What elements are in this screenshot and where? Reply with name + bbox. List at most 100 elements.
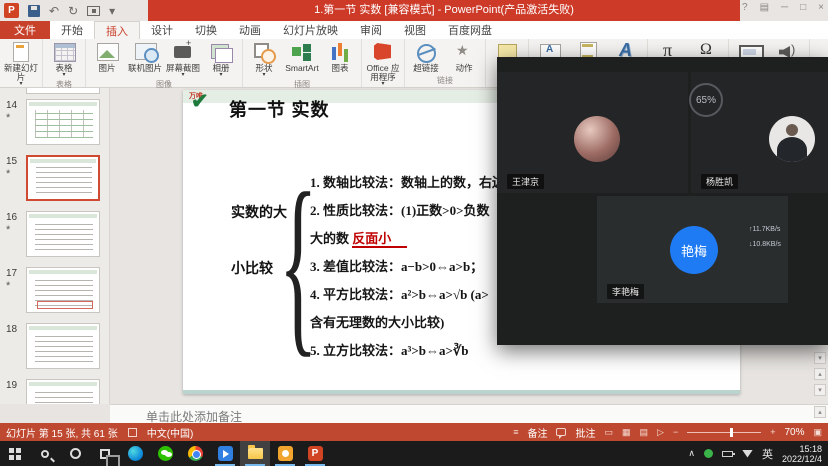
thumbnail-content-lines [35,222,93,250]
help-button[interactable]: ? [742,2,748,13]
ribbon-button-new-slide[interactable]: 新建幻灯片▾ [3,40,39,87]
tab-insert[interactable]: 插入 [94,21,140,39]
thumbnail-preview [26,155,100,201]
participant-avatar-3: 艳梅 [670,226,718,274]
slide-thumbnail-18[interactable]: 18 [0,320,109,376]
ribbon-button-office-apps[interactable]: Office 应用程序▾ [365,40,401,87]
ribbon-button-action[interactable]: 动作 [446,40,482,73]
tray-green-app-icon[interactable] [704,449,713,458]
zoom-out-button[interactable]: − [673,427,678,437]
participant-tile-3[interactable]: 艳梅 李艳梅 ↑11.7KB/s ↓10.8KB/s [597,196,788,303]
ribbon-group-tables: 表格▾表格 [43,39,86,87]
scrollbar-down-button[interactable]: ▾ [814,352,826,364]
notes-pane[interactable]: 单击此处添加备注 [110,404,828,423]
slide-sorter-view-button[interactable]: ▦ [622,427,631,438]
redo-icon[interactable]: ↻ [68,5,78,17]
slide-thumbnail-15[interactable]: 15* [0,152,109,208]
slide-thumbnail-14[interactable]: 14* [0,96,109,152]
tab-animations[interactable]: 动画 [228,21,272,39]
tab-design[interactable]: 设计 [140,21,184,39]
input-language-indicator[interactable]: 英 [762,446,773,462]
accessibility-icon[interactable] [128,428,137,437]
zoom-level[interactable]: 70% [784,427,804,438]
taskbar-chrome-button[interactable] [180,441,210,466]
minimize-button[interactable]: ─ [781,2,788,13]
slideshow-view-button[interactable]: ▷ [657,427,664,438]
taskbar-search-button[interactable] [30,441,60,466]
tab-transitions[interactable]: 切换 [184,21,228,39]
participant-avatar-1 [574,116,620,162]
tab-review[interactable]: 审阅 [349,21,393,39]
slide-thumbnail-17[interactable]: 17* [0,264,109,320]
notes-scroll-up-button[interactable]: ▴ [814,406,826,418]
tab-view[interactable]: 视图 [393,21,437,39]
tab-baidu[interactable]: 百度网盘 [437,21,503,39]
tab-home[interactable]: 开始 [50,21,94,39]
tray-expand-icon[interactable]: ∧ [688,448,695,459]
previous-slide-button[interactable]: ▴ [814,368,826,380]
taskbar-explorer-button[interactable] [240,441,270,466]
participant-tile-1[interactable]: 王津京 [497,72,688,193]
ribbon-button-table[interactable]: 表格▾ [46,40,82,78]
thumbnail-preview [26,323,100,369]
ribbon-button-photo-album[interactable]: 相册▾ [203,40,239,78]
taskbar-edge-button[interactable] [120,441,150,466]
taskbar-clock[interactable]: 15:18 2022/12/4 [782,444,822,464]
wanwei-logo: 万唯 ✔ [187,91,227,121]
ribbon-button-online-pictures[interactable]: 联机图片 [127,40,163,73]
zoom-slider-thumb[interactable] [730,428,733,437]
slide-thumbnail-panel: 14*15*16*17*1819 [0,88,110,404]
ribbon-button-screenshot[interactable]: 屏幕截图▾ [165,40,201,78]
zoom-in-button[interactable]: + [770,427,775,437]
comments-toggle-button[interactable]: 批注 [575,425,595,440]
language-indicator[interactable]: 中文(中国) [147,425,194,440]
start-slideshow-icon[interactable] [87,6,100,16]
ribbon-button-shapes[interactable]: 形状▾ [246,40,282,78]
wifi-icon[interactable] [742,450,753,458]
slide-thumbnail-19[interactable]: 19 [0,376,109,404]
slide-content-line: 3. 差值比较法：a−b>0⇔a>b； [310,256,483,275]
notes-toggle-button[interactable]: 备注 [527,425,547,440]
normal-view-button[interactable]: ▭ [604,427,613,438]
online-icon [133,41,157,63]
ribbon-group-apps: Office 应用程序▾应用程序 [362,39,405,87]
taskbar-powerpoint-button[interactable] [300,441,330,466]
slide-content-line: 1. 数轴比较法：数轴上的数，右边 [310,172,505,191]
zoom-slider[interactable] [687,432,761,433]
tab-slideshow[interactable]: 幻灯片放映 [272,21,349,39]
slide-thumbnail-partial[interactable] [0,88,109,96]
close-button[interactable]: × [818,2,824,13]
taskbar-taskview-button[interactable] [90,441,120,466]
qat-customize-caret-icon[interactable]: ▾ [109,5,115,17]
save-icon[interactable] [28,5,40,17]
thumbnail-preview [26,267,100,313]
powerpoint-app-icon[interactable]: P [4,3,19,18]
next-slide-button[interactable]: ▾ [814,384,826,396]
battery-icon[interactable] [722,451,733,457]
ribbon-options-button[interactable]: ▤ [760,2,769,13]
ribbon-button-label: 图表 [331,64,348,73]
tab-file[interactable]: 文件 [0,21,50,39]
ribbon-button-label: 新建幻灯片 [3,64,39,82]
reading-view-button[interactable]: ▤ [640,427,649,438]
thumbnail-number: 17 [6,268,22,279]
ribbon-button-picture[interactable]: 图片 [89,40,125,73]
taskview-icon [100,449,110,459]
taskbar-course-button[interactable] [270,441,300,466]
taskbar-wechat-button[interactable] [150,441,180,466]
taskbar-meeting-button[interactable] [210,441,240,466]
thumbnail-number: 15 [6,156,22,167]
notes-toggle-icon: ≡ [513,427,518,437]
meeting-overlay-window[interactable]: 王津京 杨胜凯 艳梅 李艳梅 ↑11.7KB/s ↓10.8KB/s 65% [497,57,828,345]
ribbon-button-hyperlink[interactable]: 超链接 [408,40,444,73]
participant-name-2: 杨胜凯 [701,174,738,189]
slide-thumbnail-16[interactable]: 16* [0,208,109,264]
ribbon-button-smartart[interactable]: SmartArt [284,40,320,73]
ribbon-button-chart[interactable]: 图表 [322,40,358,73]
undo-icon[interactable]: ↶ [49,5,59,17]
taskbar-start-button[interactable] [0,441,30,466]
taskbar-cortana-button[interactable] [60,441,90,466]
maximize-button[interactable]: □ [800,2,806,13]
fit-to-window-button[interactable]: ▣ [813,427,822,438]
slide-content-line: 4. 平方比较法：a²>b⇔a>√b (a> [310,284,489,303]
